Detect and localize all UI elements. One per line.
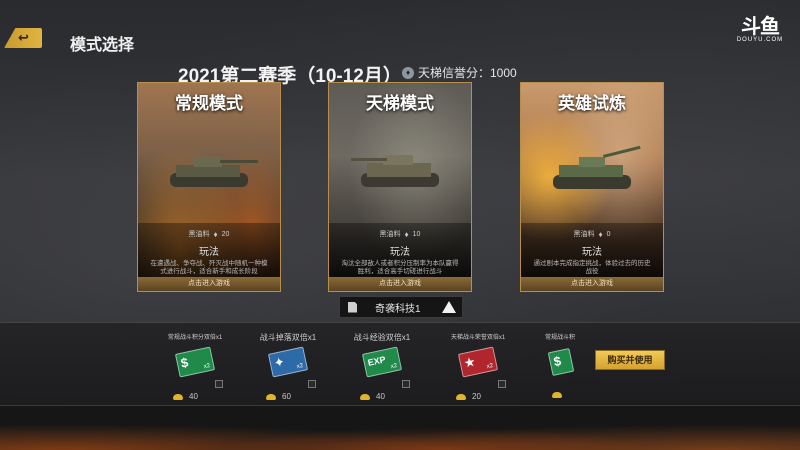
oil-drop-icon: ♦ [404,229,409,239]
cost-value: 10 [412,230,421,238]
document-icon [348,301,357,313]
tank-icon [553,145,641,189]
card-title: 英雄试炼 [558,94,626,113]
ticket-badge: ★ [462,353,477,371]
tank-icon [170,157,258,187]
price-value: 20 [472,392,481,401]
dropdown-value: 奇袭科技1 [375,303,421,315]
mode-card-normal[interactable]: 常规模式 黑油料 ♦ 20 玩法 在遭遇战、争夺战、歼灭战中随机一种模式进行战斗… [137,82,281,292]
cost-line: 黑油料 ♦ 0 [521,229,663,239]
item-price: 20 [456,392,481,401]
tech-dropdown[interactable]: 奇袭科技1 [339,296,463,318]
card-info: 黑油料 ♦ 10 玩法 淘汰全部敌人或者积分压制率为本队赢得胜利，适合高手切磋进… [329,223,471,278]
credit-label: 天梯信誉分：1000 [418,66,517,80]
item-label: 常规战斗积分双倍x1 [167,335,223,341]
card-info: 黑油料 ♦ 20 玩法 在遭遇战、争夺战、歼灭战中随机一种模式进行战斗，适合新手… [138,223,280,278]
item-label: 常规战斗积 [544,335,575,341]
bottom-fire-decoration [0,405,800,450]
play-label: 玩法 [199,247,219,258]
buy-and-use-button[interactable]: 购买并使用 [595,350,665,370]
item-checkbox[interactable] [402,380,410,388]
play-desc: 淘汰全部敌人或者积分压制率为本队赢得胜利，适合高手切磋进行战斗 [341,260,459,275]
price-value: 40 [189,392,198,401]
back-button[interactable]: ↩ [4,28,42,48]
double-honor-ticket-icon: ★ x2 [457,346,499,378]
ticket-badge: ✦ [272,353,287,371]
coin-icon [552,392,562,398]
card-info: 黑油料 ♦ 0 玩法 通过剧本完成指定挑战，体验过去的历史战役 [521,223,663,278]
ticket-mult: x2 [203,363,211,371]
coin-icon [266,393,276,400]
logo-mark: 斗鱼 [741,16,780,38]
item-label: 战斗掉落双倍x1 [259,333,317,342]
play-label: 玩法 [582,247,602,258]
ladder-credit: ♦ 天梯信誉分：1000 [402,64,517,81]
ticket-badge: $ [179,354,190,371]
boost-item[interactable]: 常规战斗积 $ [530,332,590,402]
boost-item[interactable]: 天梯战斗荣誉双倍x1 ★ x2 20 [438,332,518,402]
top-bar: ↩ 模式选择 斗鱼 DOUYU.COM [0,0,800,60]
back-arrow-icon: ↩ [18,30,29,45]
item-price: 40 [173,392,198,401]
points-ticket-icon: $ [547,347,575,377]
double-exp-ticket-icon: EXP x2 [361,346,403,378]
ticket-badge: $ [552,353,563,370]
boost-item[interactable]: 常规战斗积分双倍x1 $ x2 40 [155,332,235,402]
play-desc: 通过剧本完成指定挑战，体验过去的历史战役 [533,260,651,275]
shield-icon: ♦ [402,66,414,79]
boost-item[interactable]: 战斗掉落双倍x1 ✦ x2 60 [248,332,328,402]
ticket-badge: EXP [366,354,387,368]
card-title: 天梯模式 [366,94,434,113]
cost-label: 黑油料 [188,231,210,238]
triangle-up-icon[interactable] [442,301,456,313]
play-label: 玩法 [390,247,410,258]
ticket-mult: x2 [296,363,304,371]
coin-icon [456,393,466,400]
cost-line: 黑油料 ♦ 20 [138,229,280,239]
item-checkbox[interactable] [498,380,506,388]
douyu-logo: 斗鱼 DOUYU.COM [734,10,786,43]
item-checkbox[interactable] [308,380,316,388]
coin-icon [360,393,370,400]
item-label: 天梯战斗荣誉双倍x1 [450,335,506,341]
price-value: 60 [282,392,291,401]
item-label: 战斗经验双倍x1 [353,333,411,342]
coin-icon [173,393,183,400]
ticket-mult: x2 [390,363,398,371]
double-points-ticket-icon: $ x2 [174,346,216,378]
item-price: 40 [360,392,385,401]
mode-card-hero[interactable]: 英雄试炼 黑油料 ♦ 0 玩法 通过剧本完成指定挑战，体验过去的历史战役 点击进… [520,82,664,292]
enter-game-button[interactable]: 点击进入游戏 [329,277,471,291]
boost-item[interactable]: 战斗经验双倍x1 EXP x2 40 [342,332,422,402]
enter-game-button[interactable]: 点击进入游戏 [138,277,280,291]
item-price: 60 [266,392,291,401]
mode-card-ladder[interactable]: 天梯模式 黑油料 ♦ 10 玩法 淘汰全部敌人或者积分压制率为本队赢得胜利，适合… [328,82,472,292]
cost-value: 0 [606,230,611,238]
tank-icon [351,155,439,187]
oil-drop-icon: ♦ [598,229,603,239]
item-price [552,392,562,398]
cost-value: 20 [221,230,230,238]
cost-line: 黑油料 ♦ 10 [329,229,471,239]
page-title: 模式选择 [70,37,135,54]
cost-label: 黑油料 [379,231,401,238]
card-title: 常规模式 [175,94,243,113]
logo-sub: DOUYU.COM [736,37,784,43]
oil-drop-icon: ♦ [213,229,218,239]
enter-game-button[interactable]: 点击进入游戏 [521,277,663,291]
ticket-mult: x2 [486,363,494,371]
double-drop-ticket-icon: ✦ x2 [267,346,309,378]
cost-label: 黑油料 [573,231,595,238]
item-checkbox[interactable] [215,380,223,388]
play-desc: 在遭遇战、争夺战、歼灭战中随机一种模式进行战斗，适合新手和成长阶段 [150,260,268,275]
price-value: 40 [376,392,385,401]
